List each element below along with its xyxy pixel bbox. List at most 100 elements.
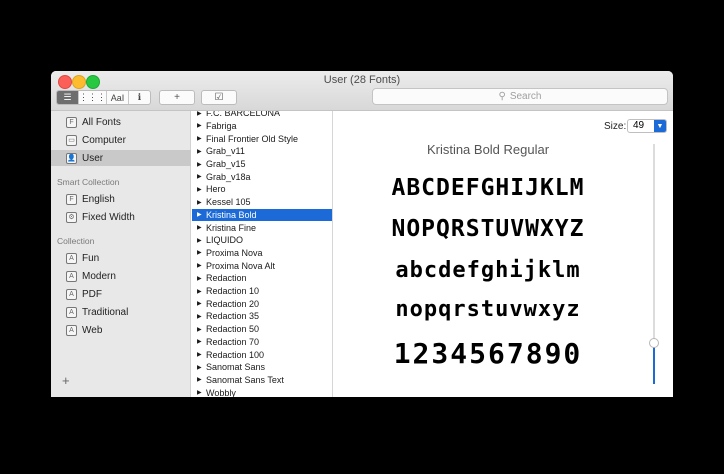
font-name: Final Frontier Old Style <box>206 133 299 144</box>
plus-icon: + <box>174 92 180 103</box>
font-name: Wobbly <box>206 387 236 397</box>
font-list-item[interactable]: ▶ Redaction <box>192 272 332 285</box>
size-value: 49 <box>633 120 645 131</box>
font-list-item[interactable]: ▶ Proxima Nova Alt <box>192 259 332 272</box>
font-list-item[interactable]: ▶ Grab_v15 <box>192 158 332 171</box>
font-list-item[interactable]: ▶ Hero <box>192 183 332 196</box>
grid-icon: ⋮⋮⋮ <box>79 92 106 102</box>
sidebar-item-label: Traditional <box>82 306 129 318</box>
disclosure-triangle-icon[interactable]: ▶ <box>197 249 202 256</box>
disclosure-triangle-icon[interactable]: ▶ <box>197 224 202 231</box>
sample-line-lowercase-1: abcdefghijklm <box>395 258 581 283</box>
validate-font-button[interactable]: ☑ <box>201 90 237 105</box>
font-list-item[interactable]: ▶ Redaction 50 <box>192 323 332 336</box>
sidebar-item-label: User <box>82 152 104 164</box>
font-list-item[interactable]: ▶ F.C. BARCELONA <box>192 111 332 120</box>
disclosure-triangle-icon[interactable]: ▶ <box>197 148 202 155</box>
font-list-item[interactable]: ▶ Fabriga <box>192 120 332 133</box>
disclosure-triangle-icon[interactable]: ▶ <box>197 326 202 333</box>
disclosure-triangle-icon[interactable]: ▶ <box>197 376 202 383</box>
sidebar-item-label: English <box>82 193 115 205</box>
search-placeholder: Search <box>509 91 542 102</box>
disclosure-triangle-icon[interactable]: ▶ <box>197 262 202 269</box>
sidebar-item-english[interactable]: F English <box>51 191 191 207</box>
font-list-item[interactable]: ▶ Kristina Bold <box>192 208 332 222</box>
font-name: Kristina Bold <box>206 209 257 220</box>
font-book-window: User (28 Fonts) ☰ ⋮⋮⋮ AaI ℹ + ☑ ⚲ Search… <box>51 71 673 397</box>
grid-view-button[interactable]: ⋮⋮⋮ <box>79 91 107 104</box>
size-select[interactable]: 49 ▼ <box>627 119 667 133</box>
sidebar-item-label: Computer <box>82 134 126 146</box>
sidebar-item-label: Modern <box>82 270 116 282</box>
checkbox-icon: ☑ <box>214 92 224 103</box>
sidebar-item-traditional[interactable]: A Traditional <box>51 304 191 320</box>
disclosure-triangle-icon[interactable]: ▶ <box>197 313 202 320</box>
disclosure-triangle-icon[interactable]: ▶ <box>197 199 202 206</box>
sidebar-view-button[interactable]: ☰ <box>57 91 79 104</box>
web-icon: A <box>66 324 77 336</box>
add-font-button[interactable]: + <box>159 90 195 105</box>
disclosure-triangle-icon[interactable]: ▶ <box>197 186 202 193</box>
font-list-item[interactable]: ▶ Redaction 35 <box>192 310 332 323</box>
size-label: Size: <box>604 121 627 132</box>
sidebar-item-web[interactable]: A Web <box>51 322 191 338</box>
disclosure-triangle-icon[interactable]: ▶ <box>197 237 202 244</box>
disclosure-triangle-icon[interactable]: ▶ <box>197 275 202 282</box>
disclosure-triangle-icon[interactable]: ▶ <box>197 173 202 180</box>
disclosure-triangle-icon[interactable]: ▶ <box>197 351 202 358</box>
sidebar-item-fun[interactable]: A Fun <box>51 250 191 266</box>
disclosure-triangle-icon[interactable]: ▶ <box>197 364 202 371</box>
font-name: Proxima Nova Alt <box>206 260 276 271</box>
sidebar-item-computer[interactable]: ▭ Computer <box>51 132 191 148</box>
disclosure-triangle-icon[interactable]: ▶ <box>197 300 202 307</box>
font-list-item[interactable]: ▶ Grab_v11 <box>192 145 332 158</box>
preview-font-title: Kristina Bold Regular <box>426 142 550 157</box>
sample-view-button[interactable]: AaI <box>107 91 129 104</box>
info-view-button[interactable]: ℹ <box>129 91 150 104</box>
sidebar-item-pdf[interactable]: A PDF <box>51 286 191 302</box>
font-list-item[interactable]: ▶ Redaction 20 <box>192 298 332 311</box>
font-list-item[interactable]: ▶ Kristina Fine <box>192 221 332 234</box>
font-name: Grab_v18a <box>206 171 251 182</box>
sidebar-item-fixed-width[interactable]: ⚙ Fixed Width <box>51 209 191 225</box>
disclosure-triangle-icon[interactable]: ▶ <box>197 211 202 218</box>
font-name: Kessel 105 <box>206 197 251 208</box>
size-slider-knob[interactable] <box>649 338 659 349</box>
smart-collection-heading: Smart Collection <box>57 177 120 187</box>
font-list-item[interactable]: ▶ Wobbly <box>192 386 332 397</box>
font-list-item[interactable]: ▶ Grab_v18a <box>192 171 332 184</box>
title-bar: User (28 Fonts) ☰ ⋮⋮⋮ AaI ℹ + ☑ ⚲ Search <box>51 71 673 111</box>
font-list-item[interactable]: ▶ Kessel 105 <box>192 196 332 209</box>
font-list-item[interactable]: ▶ Final Frontier Old Style <box>192 132 332 145</box>
font-name: Sanomat Sans <box>206 362 266 373</box>
info-icon: ℹ <box>137 92 142 102</box>
search-field[interactable]: ⚲ Search <box>372 88 668 105</box>
disclosure-triangle-icon[interactable]: ▶ <box>197 389 202 396</box>
font-list-item[interactable]: ▶ Redaction 10 <box>192 285 332 298</box>
list-icon: ☰ <box>63 92 72 102</box>
disclosure-triangle-icon[interactable]: ▶ <box>197 122 202 129</box>
fun-icon: A <box>66 252 77 264</box>
font-list-item[interactable]: ▶ Proxima Nova <box>192 247 332 260</box>
font-list-item[interactable]: ▶ Sanomat Sans <box>192 361 332 374</box>
font-name: Sanomat Sans Text <box>206 374 284 385</box>
font-name: Fabriga <box>206 120 237 131</box>
sidebar-item-modern[interactable]: A Modern <box>51 268 191 284</box>
font-list-item[interactable]: ▶ Redaction 70 <box>192 336 332 349</box>
font-name: Redaction 70 <box>206 336 260 347</box>
pdf-icon: A <box>66 288 77 300</box>
font-list-item[interactable]: ▶ Sanomat Sans Text <box>192 374 332 387</box>
font-name: Redaction 10 <box>206 286 260 297</box>
disclosure-triangle-icon[interactable]: ▶ <box>197 111 202 117</box>
font-list-item[interactable]: ▶ LIQUIDO <box>192 234 332 247</box>
disclosure-triangle-icon[interactable]: ▶ <box>197 135 202 142</box>
font-name: Redaction 35 <box>206 311 260 322</box>
sidebar-item-user[interactable]: 👤 User <box>51 150 191 166</box>
font-name: F.C. BARCELONA <box>206 111 281 119</box>
disclosure-triangle-icon[interactable]: ▶ <box>197 338 202 345</box>
font-list-item[interactable]: ▶ Redaction 100 <box>192 348 332 361</box>
sidebar-item-all-fonts[interactable]: F All Fonts <box>51 114 191 130</box>
disclosure-triangle-icon[interactable]: ▶ <box>197 288 202 295</box>
add-collection-button[interactable]: + <box>62 373 70 388</box>
disclosure-triangle-icon[interactable]: ▶ <box>197 161 202 168</box>
